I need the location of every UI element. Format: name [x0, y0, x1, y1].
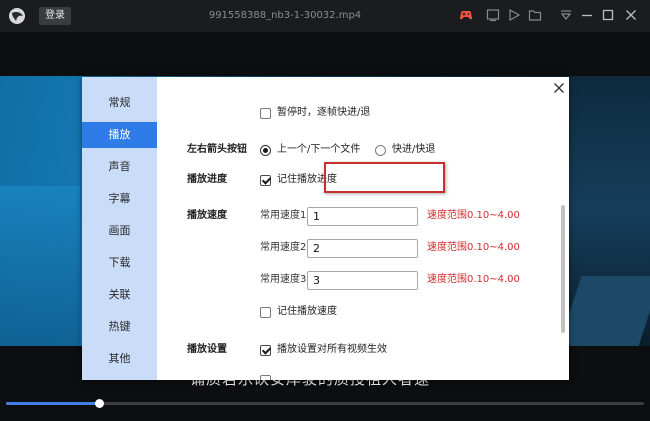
pause-step-checkbox[interactable] — [260, 107, 271, 119]
arrow-keys-option-seek-radio[interactable] — [375, 144, 386, 156]
progress-bar[interactable] — [6, 399, 644, 408]
login-button[interactable]: 登录 — [39, 7, 71, 25]
next-setting-checkbox-row[interactable] — [260, 373, 271, 380]
settings-nav-item[interactable]: 其他 — [82, 346, 157, 372]
video-scene-shape — [0, 186, 80, 346]
speed-1-input[interactable] — [307, 207, 418, 226]
gamepad-icon[interactable] — [459, 8, 473, 22]
arrow-keys-option-file-radio[interactable] — [260, 144, 271, 156]
settings-nav-item[interactable]: 热键 — [82, 314, 157, 340]
remember-speed-checkbox-row[interactable]: 记住播放速度 — [260, 305, 337, 319]
window-title: 991558388_nb3-1-30032.mp4 — [208, 10, 362, 21]
apply-all-checkbox-row[interactable]: 播放设置对所有视频生效 — [260, 343, 387, 357]
apply-all-label: 播放设置对所有视频生效 — [277, 344, 387, 355]
title-bar: 登录 991558388_nb3-1-30032.mp4 — [0, 0, 650, 32]
pause-step-checkbox-row[interactable]: 暂停时，逐帧快进/退 — [260, 106, 370, 120]
settings-nav-item[interactable]: 声音 — [82, 154, 157, 180]
speed-3-label: 常用速度3 — [260, 274, 307, 285]
arrow-keys-option-seek-label: 快进/快退 — [392, 144, 436, 155]
settings-nav-item[interactable]: 关联 — [82, 282, 157, 308]
speed-2-range-hint: 速度范围0.10~4.00 — [427, 242, 520, 253]
pause-step-label: 暂停时，逐帧快进/退 — [277, 107, 371, 118]
speed-1-label: 常用速度1 — [260, 210, 307, 221]
progress-handle[interactable] — [94, 399, 104, 408]
arrow-keys-option-seek-row[interactable]: 快进/快退 — [375, 143, 435, 157]
apply-all-checkbox[interactable] — [260, 344, 271, 356]
settings-dialog: 常规播放声音字幕画面下载关联热键其他 暂停时，逐帧快进/退 左右箭头按钮 上一个… — [82, 77, 569, 380]
progress-fill — [6, 402, 99, 405]
maximize-icon[interactable] — [601, 8, 615, 22]
speed-3-input[interactable] — [307, 271, 418, 290]
settings-nav-item[interactable]: 字幕 — [82, 186, 157, 212]
arrow-keys-section-label: 左右箭头按钮 — [187, 144, 247, 155]
settings-nav-item[interactable]: 常规 — [82, 90, 157, 116]
player-window: 登录 991558388_nb3-1-30032.mp4 常规 播放 声音 字幕… — [0, 0, 650, 421]
speed-2-input[interactable] — [307, 239, 418, 258]
app-logo-icon[interactable] — [8, 7, 26, 25]
folder-icon[interactable] — [528, 8, 542, 22]
next-setting-checkbox[interactable] — [260, 374, 271, 380]
settings-nav-item[interactable]: 下载 — [82, 250, 157, 276]
remember-progress-checkbox[interactable] — [260, 174, 271, 186]
arrow-keys-option-file-label: 上一个/下一个文件 — [277, 144, 361, 155]
settings-nav: 常规播放声音字幕画面下载关联热键其他 — [82, 77, 157, 380]
minimize-icon[interactable] — [580, 8, 594, 22]
remember-speed-label: 记住播放速度 — [277, 306, 337, 317]
arrow-keys-option-file-row[interactable]: 上一个/下一个文件 — [260, 143, 360, 157]
highlight-annotation-box — [324, 162, 445, 193]
settings-nav-item[interactable]: 画面 — [82, 218, 157, 244]
settings-content: 暂停时，逐帧快进/退 左右箭头按钮 上一个/下一个文件 快进/快退 播放进度 记… — [157, 77, 569, 380]
settings-nav-item[interactable]: 播放 — [82, 122, 157, 148]
settings-scrollbar-thumb[interactable] — [561, 205, 565, 333]
play-settings-section-label: 播放设置 — [187, 344, 227, 355]
speed-3-range-hint: 速度范围0.10~4.00 — [427, 274, 520, 285]
close-icon[interactable] — [624, 8, 638, 22]
speed-2-label: 常用速度2 — [260, 242, 307, 253]
remember-speed-checkbox[interactable] — [260, 306, 271, 318]
play-list-icon[interactable] — [507, 8, 521, 22]
play-speed-section-label: 播放速度 — [187, 210, 227, 221]
menu-arrow-icon[interactable] — [559, 8, 573, 22]
screen-icon[interactable] — [486, 8, 500, 22]
play-progress-section-label: 播放进度 — [187, 174, 227, 185]
speed-1-range-hint: 速度范围0.10~4.00 — [427, 210, 520, 221]
